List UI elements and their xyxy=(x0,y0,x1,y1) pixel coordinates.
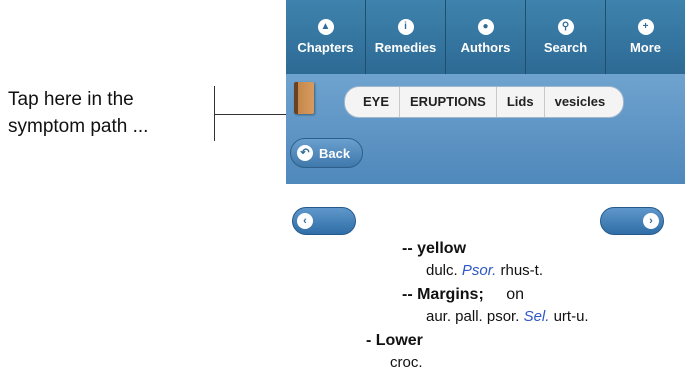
rubric-yellow[interactable]: -- yellow xyxy=(402,240,466,258)
chevron-left-icon: ‹ xyxy=(297,213,313,229)
more-button[interactable]: + More xyxy=(606,0,685,74)
remedy-urt-u[interactable]: urt-u. xyxy=(549,308,589,325)
remedy-dulc[interactable]: dulc. xyxy=(426,262,462,279)
remedy-aur-pall-psor[interactable]: aur. pall. psor. xyxy=(426,308,524,325)
remedy-line: aur. pall. psor. Sel. urt-u. xyxy=(426,308,589,325)
person-icon: ● xyxy=(477,19,494,35)
breadcrumb-vesicles[interactable]: vesicles xyxy=(545,87,616,117)
chevron-right-icon: › xyxy=(643,213,659,229)
remedy-sel[interactable]: Sel. xyxy=(524,308,550,325)
search-icon: ⚲ xyxy=(557,19,574,35)
top-toolbar: ▲ Chapters i Remedies ● Authors ⚲ Search… xyxy=(286,0,685,74)
chapters-button[interactable]: ▲ Chapters xyxy=(286,0,366,74)
back-label: Back xyxy=(319,145,351,161)
breadcrumb: EYE ERUPTIONS Lids vesicles xyxy=(344,86,625,118)
remedies-label: Remedies xyxy=(374,40,437,55)
remedy-psor[interactable]: Psor. xyxy=(462,262,496,279)
book-icon[interactable] xyxy=(294,82,314,114)
remedy-line: dulc. Psor. rhus-t. xyxy=(426,262,543,279)
remedies-button[interactable]: i Remedies xyxy=(366,0,446,74)
plus-icon: + xyxy=(637,19,654,35)
rubric-lower[interactable]: - Lower xyxy=(366,332,423,350)
more-label: More xyxy=(629,40,662,55)
authors-button[interactable]: ● Authors xyxy=(446,0,526,74)
rubric-margins-label: -- Margins; xyxy=(402,286,484,303)
rubric-margins[interactable]: -- Margins; on xyxy=(402,286,524,304)
app-screen: ▲ Chapters i Remedies ● Authors ⚲ Search… xyxy=(286,0,685,383)
chapters-label: Chapters xyxy=(297,40,354,55)
back-arrow-icon: ↶ xyxy=(297,145,313,161)
annotation-text: Tap here in the symptom path ... xyxy=(8,86,148,140)
symptom-path-bar: EYE ERUPTIONS Lids vesicles ↶ Back xyxy=(286,74,685,184)
info-icon: i xyxy=(397,19,414,35)
breadcrumb-lids[interactable]: Lids xyxy=(497,87,545,117)
breadcrumb-eruptions[interactable]: ERUPTIONS xyxy=(400,87,497,117)
back-button[interactable]: ↶ Back xyxy=(290,138,364,168)
search-button[interactable]: ⚲ Search xyxy=(526,0,606,74)
remedy-croc[interactable]: croc. xyxy=(390,354,423,371)
remedy-rhus-t[interactable]: rhus-t. xyxy=(496,262,543,279)
rubric-margins-suffix: on xyxy=(506,286,525,303)
annotation-line-2: symptom path ... xyxy=(8,116,149,137)
annotation-line-1: Tap here in the xyxy=(8,89,134,110)
breadcrumb-eye[interactable]: EYE xyxy=(353,87,401,117)
chapters-icon: ▲ xyxy=(317,19,334,35)
previous-button[interactable]: ‹ xyxy=(292,207,356,235)
next-button[interactable]: › xyxy=(600,207,664,235)
authors-label: Authors xyxy=(460,40,511,55)
search-label: Search xyxy=(543,40,588,55)
